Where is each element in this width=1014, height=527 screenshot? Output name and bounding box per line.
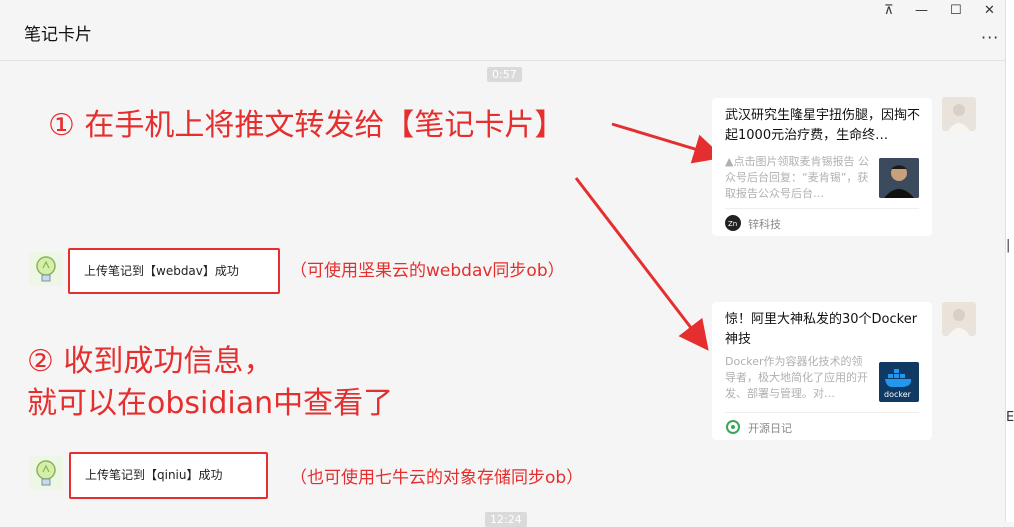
svg-text:Zn: Zn — [728, 220, 737, 228]
card-divider — [725, 412, 919, 413]
card-description: ▲点击图片领取麦肯锡报告 公众号后台回复：“麦肯锡”，获取报告公众号后台… — [725, 155, 869, 200]
message-bubble-webdav[interactable]: 上传笔记到【webdav】成功 — [68, 248, 280, 294]
message-text: 上传笔记到【webdav】成功 — [84, 264, 239, 278]
arrow-to-card1 — [611, 122, 724, 164]
zn-logo-icon: Zn — [725, 215, 741, 231]
card-divider — [725, 208, 919, 209]
user-avatar[interactable] — [942, 302, 976, 336]
bot-avatar[interactable] — [29, 456, 63, 490]
user-avatar[interactable] — [942, 97, 976, 131]
annotation-step2-line2: 就可以在obsidian中查看了 — [27, 386, 394, 421]
card-title: 武汉研究生隆星宇扭伤腿，因掏不起1000元治疗费，生命终… — [725, 108, 921, 143]
annotation-note2: （也可使用七牛云的对象存储同步ob） — [290, 468, 584, 488]
annotation-note1: （可使用坚果云的webdav同步ob） — [290, 261, 565, 281]
message-text: 上传笔记到【qiniu】成功 — [85, 468, 223, 482]
bot-avatar[interactable] — [29, 252, 63, 286]
annotation-step2-line1: ② 收到成功信息， — [27, 344, 274, 379]
article-card[interactable]: 武汉研究生隆星宇扭伤腿，因掏不起1000元治疗费，生命终… ▲点击图片领取麦肯锡… — [712, 98, 932, 236]
arrow-to-card2 — [574, 177, 709, 351]
person-photo-icon — [879, 158, 919, 198]
card-source: 锌科技 — [748, 218, 781, 231]
lightbulb-icon — [36, 256, 56, 282]
docker-logo-icon: docker — [879, 362, 919, 402]
message-bubble-qiniu[interactable]: 上传笔记到【qiniu】成功 — [69, 452, 268, 499]
github-icon — [725, 419, 741, 435]
person-avatar-icon — [948, 309, 970, 336]
docker-wordmark: docker — [884, 390, 912, 399]
card-title: 惊！阿里大神私发的30个Docker神技 — [725, 312, 918, 347]
card-thumbnail — [879, 158, 919, 198]
card-source: 开源日记 — [748, 422, 792, 435]
lightbulb-icon — [36, 460, 56, 486]
person-avatar-icon — [948, 104, 970, 131]
card-description: Docker作为容器化技术的领导者，极大地简化了应用的开发、部署与管理。对… — [725, 355, 868, 400]
article-card[interactable]: 惊！阿里大神私发的30个Docker神技 Docker作为容器化技术的领导者，极… — [712, 302, 932, 440]
